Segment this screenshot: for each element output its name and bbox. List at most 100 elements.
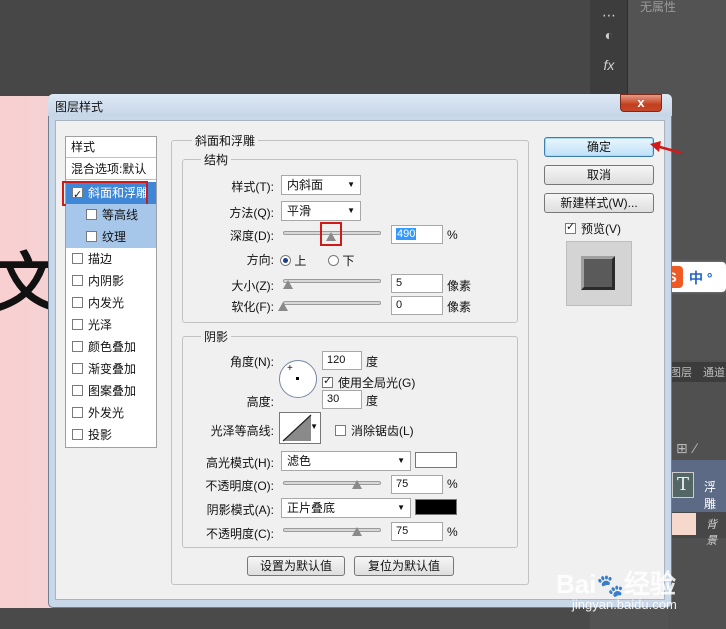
style-item-pattern-overlay[interactable]: 图案叠加 bbox=[66, 380, 156, 402]
soften-unit: 像素 bbox=[447, 300, 472, 314]
gloss-contour-picker[interactable]: ▼ bbox=[279, 412, 321, 444]
technique-select[interactable]: 平滑 ▼ bbox=[281, 201, 361, 221]
new-style-button[interactable]: 新建样式(W)... bbox=[544, 193, 654, 213]
highlight-mode-select[interactable]: 滤色 ▼ bbox=[281, 451, 411, 471]
depth-input[interactable]: 490 bbox=[391, 225, 443, 244]
close-button[interactable]: x bbox=[620, 94, 662, 112]
preview-square bbox=[581, 256, 615, 290]
contour-checkbox[interactable] bbox=[86, 209, 97, 220]
size-slider-thumb[interactable] bbox=[283, 280, 293, 289]
shadow-mode-select[interactable]: 正片叠底 ▼ bbox=[281, 498, 411, 518]
style-select-value: 内斜面 bbox=[287, 178, 324, 192]
shadow-color-swatch[interactable] bbox=[415, 499, 457, 515]
style-item-contour[interactable]: 等高线 bbox=[66, 204, 156, 226]
gloss-contour-label: 光泽等高线: bbox=[210, 424, 274, 438]
style-item-inner-glow[interactable]: 内发光 bbox=[66, 292, 156, 314]
style-item-satin[interactable]: 光泽 bbox=[66, 314, 156, 336]
depth-value: 490 bbox=[396, 228, 417, 240]
structure-title: 结构 bbox=[201, 151, 232, 168]
tab-channels[interactable]: 通道 bbox=[703, 364, 725, 380]
pattern-overlay-checkbox[interactable] bbox=[72, 385, 83, 396]
size-label: 大小(Z): bbox=[231, 279, 274, 293]
lock-icon[interactable]: ⊞ bbox=[676, 440, 688, 457]
reset-default-button[interactable]: 复位为默认值 bbox=[354, 556, 454, 576]
watermark-brand2-text: 经验 bbox=[623, 569, 676, 599]
angle-unit: 度 bbox=[366, 355, 379, 369]
style-item-outer-glow[interactable]: 外发光 bbox=[66, 402, 156, 424]
altitude-unit: 度 bbox=[366, 394, 379, 408]
outer-glow-checkbox[interactable] bbox=[72, 407, 83, 418]
grip-icon[interactable]: ⋯ bbox=[600, 6, 618, 24]
style-item-drop-shadow[interactable]: 投影 bbox=[66, 424, 156, 446]
brush-icon[interactable]: ∕ bbox=[694, 440, 696, 456]
global-light-option[interactable]: 使用全局光(G) bbox=[322, 374, 415, 391]
style-item-label: 内发光 bbox=[88, 296, 125, 310]
highlight-opacity-thumb[interactable] bbox=[352, 480, 362, 489]
stroke-checkbox[interactable] bbox=[72, 253, 83, 264]
anti-alias-option[interactable]: 消除锯齿(L) bbox=[335, 422, 414, 439]
drop-shadow-checkbox[interactable] bbox=[72, 429, 83, 440]
direction-up-radio[interactable]: 上 bbox=[280, 252, 306, 269]
style-item-gradient-overlay[interactable]: 渐变叠加 bbox=[66, 358, 156, 380]
highlight-opacity-unit: % bbox=[447, 477, 458, 491]
highlight-opacity-slider[interactable] bbox=[283, 481, 381, 485]
tab-layers[interactable]: 图层 bbox=[670, 364, 692, 380]
satin-checkbox[interactable] bbox=[72, 319, 83, 330]
preview-label: 预览(V) bbox=[581, 222, 621, 236]
direction-label: 方向: bbox=[246, 253, 274, 267]
color-overlay-checkbox[interactable] bbox=[72, 341, 83, 352]
highlight-color-swatch[interactable] bbox=[415, 452, 457, 468]
soften-input[interactable]: 0 bbox=[391, 296, 443, 315]
ime-mode[interactable]: 中 ° bbox=[689, 268, 713, 288]
soften-slider-thumb[interactable] bbox=[278, 302, 288, 311]
depth-unit: % bbox=[447, 228, 458, 242]
cancel-button[interactable]: 取消 bbox=[544, 165, 654, 185]
angle-input[interactable]: 120 bbox=[322, 351, 362, 370]
size-slider[interactable] bbox=[283, 279, 381, 283]
shadow-opacity-slider[interactable] bbox=[283, 528, 381, 532]
ok-button[interactable]: 确定 bbox=[544, 137, 654, 157]
shadow-opacity-thumb[interactable] bbox=[352, 527, 362, 536]
shading-title: 阴影 bbox=[201, 328, 232, 345]
preview-checkbox[interactable] bbox=[565, 220, 576, 234]
styles-header[interactable]: 样式 bbox=[66, 137, 156, 158]
inner-glow-checkbox[interactable] bbox=[72, 297, 83, 308]
layer-name-background[interactable]: 背景 bbox=[706, 516, 726, 548]
preview-option[interactable]: 预览(V) bbox=[565, 220, 621, 237]
fx-icon[interactable]: fx bbox=[600, 56, 618, 74]
annotation-arrow-icon bbox=[650, 141, 683, 155]
size-input[interactable]: 5 bbox=[391, 274, 443, 293]
gradient-overlay-checkbox[interactable] bbox=[72, 363, 83, 374]
dialog-title: 图层样式 bbox=[55, 100, 104, 114]
adjust-icon[interactable]: ◐ bbox=[600, 26, 618, 44]
altitude-input[interactable]: 30 bbox=[322, 390, 362, 409]
highlight-opacity-input[interactable]: 75 bbox=[391, 475, 443, 494]
highlight-mode-label: 高光模式(H): bbox=[206, 456, 274, 470]
anti-alias-checkbox[interactable] bbox=[335, 425, 346, 436]
inner-shadow-checkbox[interactable] bbox=[72, 275, 83, 286]
make-default-button[interactable]: 设置为默认值 bbox=[247, 556, 345, 576]
texture-checkbox[interactable] bbox=[86, 231, 97, 242]
style-item-color-overlay[interactable]: 颜色叠加 bbox=[66, 336, 156, 358]
style-item-stroke[interactable]: 描边 bbox=[66, 248, 156, 270]
global-light-checkbox[interactable] bbox=[322, 374, 333, 388]
direction-down-radio[interactable]: 下 bbox=[328, 252, 354, 269]
style-item-inner-shadow[interactable]: 内阴影 bbox=[66, 270, 156, 292]
shadow-opacity-input[interactable]: 75 bbox=[391, 522, 443, 541]
style-item-texture[interactable]: 纹理 bbox=[66, 226, 156, 248]
dialog-title-bar[interactable] bbox=[48, 94, 672, 116]
soften-label: 软化(F): bbox=[231, 300, 274, 314]
preview-swatch bbox=[566, 241, 632, 306]
style-item-label: 光泽 bbox=[88, 318, 113, 332]
text-layer-thumb: T bbox=[672, 472, 694, 498]
style-select[interactable]: 内斜面 ▼ bbox=[281, 175, 361, 195]
radio-up-icon[interactable] bbox=[280, 255, 291, 266]
style-item-label: 等高线 bbox=[102, 208, 139, 222]
layer-name[interactable]: 浮雕 bbox=[704, 478, 726, 512]
radio-down-icon[interactable] bbox=[328, 255, 339, 266]
paw-icon: 🐾 bbox=[596, 573, 624, 598]
angle-label: 角度(N): bbox=[230, 355, 274, 369]
blend-options-item[interactable]: 混合选项:默认 bbox=[66, 159, 156, 180]
shadow-opacity-unit: % bbox=[447, 525, 458, 539]
soften-slider[interactable] bbox=[283, 301, 381, 305]
